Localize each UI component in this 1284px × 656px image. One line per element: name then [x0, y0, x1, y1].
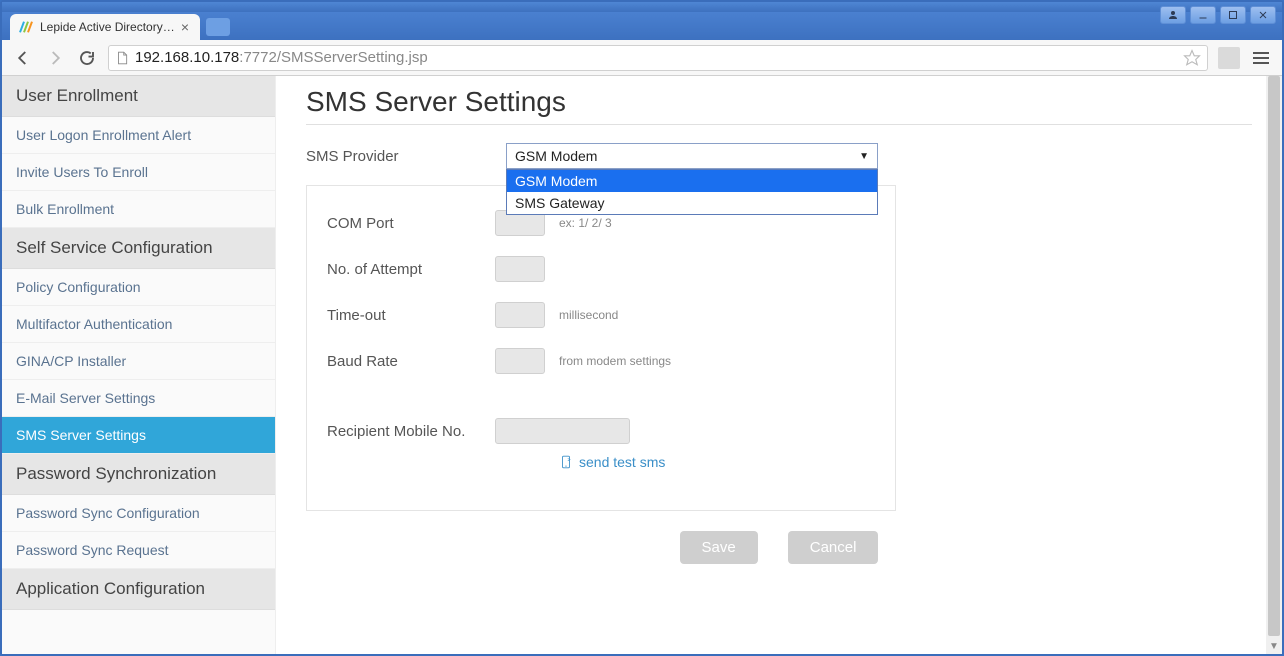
close-button[interactable] — [1250, 6, 1276, 24]
maximize-button[interactable] — [1220, 6, 1246, 24]
sidebar-item-sms-server[interactable]: SMS Server Settings — [2, 417, 275, 454]
forward-button[interactable] — [44, 47, 66, 69]
address-bar[interactable]: 192.168.10.178:7772/SMSServerSetting.jsp — [108, 45, 1208, 71]
new-tab-button[interactable] — [206, 18, 230, 36]
time-out-label: Time-out — [327, 307, 495, 324]
recipient-row: Recipient Mobile No. — [327, 418, 875, 444]
baud-rate-hint: from modem settings — [559, 354, 671, 368]
tab-title: Lepide Active Directory Self — [40, 20, 178, 34]
sidebar-item-invite-users[interactable]: Invite Users To Enroll — [2, 154, 275, 191]
recipient-input[interactable] — [495, 418, 630, 444]
sidebar: User Enrollment User Logon Enrollment Al… — [2, 76, 276, 654]
sidebar-item-gina-cp[interactable]: GINA/CP Installer — [2, 343, 275, 380]
sidebar-item-bulk-enrollment[interactable]: Bulk Enrollment — [2, 191, 275, 228]
bookmark-star-icon[interactable] — [1183, 49, 1201, 67]
no-of-attempt-input[interactable] — [495, 256, 545, 282]
chevron-down-icon: ▼ — [859, 151, 869, 162]
back-button[interactable] — [12, 47, 34, 69]
browser-tabstrip: Lepide Active Directory Self × — [2, 12, 1282, 40]
no-of-attempt-label: No. of Attempt — [327, 261, 495, 278]
sms-provider-value: GSM Modem — [515, 148, 597, 164]
main-panel: SMS Server Settings SMS Provider GSM Mod… — [276, 76, 1282, 654]
sidebar-section-self-service[interactable]: Self Service Configuration — [2, 228, 275, 269]
page-title: SMS Server Settings — [306, 86, 1252, 118]
option-sms-gateway[interactable]: SMS Gateway — [507, 192, 877, 214]
user-icon[interactable] — [1160, 6, 1186, 24]
chrome-menu-button[interactable] — [1250, 47, 1272, 69]
com-port-label: COM Port — [327, 215, 495, 232]
baud-rate-label: Baud Rate — [327, 353, 495, 370]
time-out-row: Time-out millisecond — [327, 302, 875, 328]
browser-toolbar: 192.168.10.178:7772/SMSServerSetting.jsp — [2, 40, 1282, 76]
extension-icon[interactable] — [1218, 47, 1240, 69]
sidebar-item-user-logon-alert[interactable]: User Logon Enrollment Alert — [2, 117, 275, 154]
baud-rate-input[interactable] — [495, 348, 545, 374]
save-button[interactable]: Save — [680, 531, 758, 564]
time-out-input[interactable] — [495, 302, 545, 328]
scrollbar-thumb[interactable] — [1268, 76, 1280, 636]
divider — [306, 124, 1252, 125]
window-buttons — [1160, 6, 1276, 24]
titlebar — [2, 2, 1282, 12]
sms-provider-label: SMS Provider — [306, 148, 506, 165]
sms-provider-dropdown: GSM Modem SMS Gateway — [506, 169, 878, 215]
time-out-hint: millisecond — [559, 308, 618, 322]
sms-provider-row: SMS Provider GSM Modem ▼ GSM Modem SMS G… — [306, 143, 1252, 169]
page-content: User Enrollment User Logon Enrollment Al… — [2, 76, 1282, 654]
minimize-button[interactable] — [1190, 6, 1216, 24]
form-actions: Save Cancel — [306, 531, 1252, 564]
no-of-attempt-row: No. of Attempt — [327, 256, 875, 282]
vertical-scrollbar[interactable]: ▼ — [1266, 76, 1282, 654]
url-text: 192.168.10.178:7772/SMSServerSetting.jsp — [135, 49, 1183, 66]
sidebar-section-user-enrollment[interactable]: User Enrollment — [2, 76, 275, 117]
option-gsm-modem[interactable]: GSM Modem — [507, 170, 877, 192]
sms-provider-select[interactable]: GSM Modem ▼ — [506, 143, 878, 169]
browser-tab[interactable]: Lepide Active Directory Self × — [10, 14, 200, 40]
send-test-sms-link[interactable]: send test sms — [559, 454, 665, 470]
com-port-hint: ex: 1/ 2/ 3 — [559, 216, 612, 230]
baud-rate-row: Baud Rate from modem settings — [327, 348, 875, 374]
send-test-sms-label: send test sms — [579, 454, 665, 470]
os-window: Lepide Active Directory Self × 192.168.1… — [0, 0, 1284, 656]
sidebar-section-app-config[interactable]: Application Configuration — [2, 569, 275, 610]
sms-provider-select-wrap: GSM Modem ▼ GSM Modem SMS Gateway — [506, 143, 878, 169]
sidebar-item-password-sync-config[interactable]: Password Sync Configuration — [2, 495, 275, 532]
send-test-row: send test sms — [327, 448, 875, 470]
sidebar-item-policy-config[interactable]: Policy Configuration — [2, 269, 275, 306]
cancel-button[interactable]: Cancel — [788, 531, 879, 564]
mobile-send-icon — [559, 454, 573, 470]
reload-button[interactable] — [76, 47, 98, 69]
tab-close-icon[interactable]: × — [178, 20, 192, 34]
sidebar-section-password-sync[interactable]: Password Synchronization — [2, 454, 275, 495]
sidebar-item-mfa[interactable]: Multifactor Authentication — [2, 306, 275, 343]
recipient-label: Recipient Mobile No. — [327, 423, 495, 440]
modem-settings-box: COM Port ex: 1/ 2/ 3 No. of Attempt Time… — [306, 185, 896, 511]
favicon-icon — [18, 19, 34, 35]
scrollbar-down-arrow[interactable]: ▼ — [1266, 638, 1282, 654]
page-icon — [115, 50, 129, 66]
sidebar-item-email-server[interactable]: E-Mail Server Settings — [2, 380, 275, 417]
sidebar-item-password-sync-request[interactable]: Password Sync Request — [2, 532, 275, 569]
